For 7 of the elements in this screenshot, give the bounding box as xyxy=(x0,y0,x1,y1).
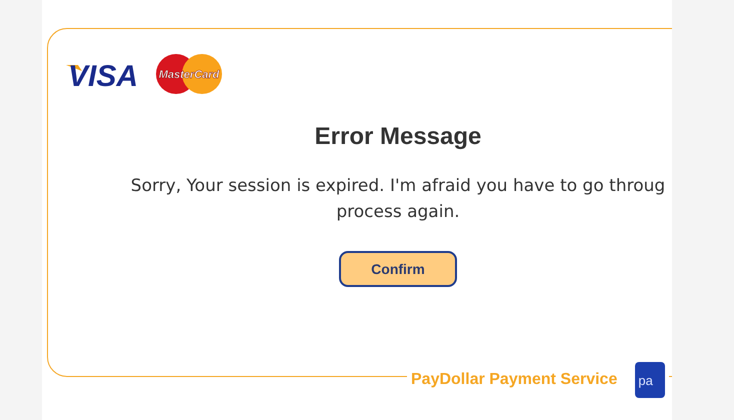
error-title: Error Message xyxy=(314,123,482,151)
visa-logo: VISA xyxy=(64,59,148,89)
error-message: Sorry, Your session is expired. I'm afraid you have to go throug xyxy=(130,175,666,198)
error-message: process again. xyxy=(336,201,460,224)
paydollar-logo: pa xyxy=(635,362,666,398)
confirm-button[interactable]: Confirm xyxy=(339,251,457,287)
service-name: PayDollar Payment Service xyxy=(411,371,618,389)
